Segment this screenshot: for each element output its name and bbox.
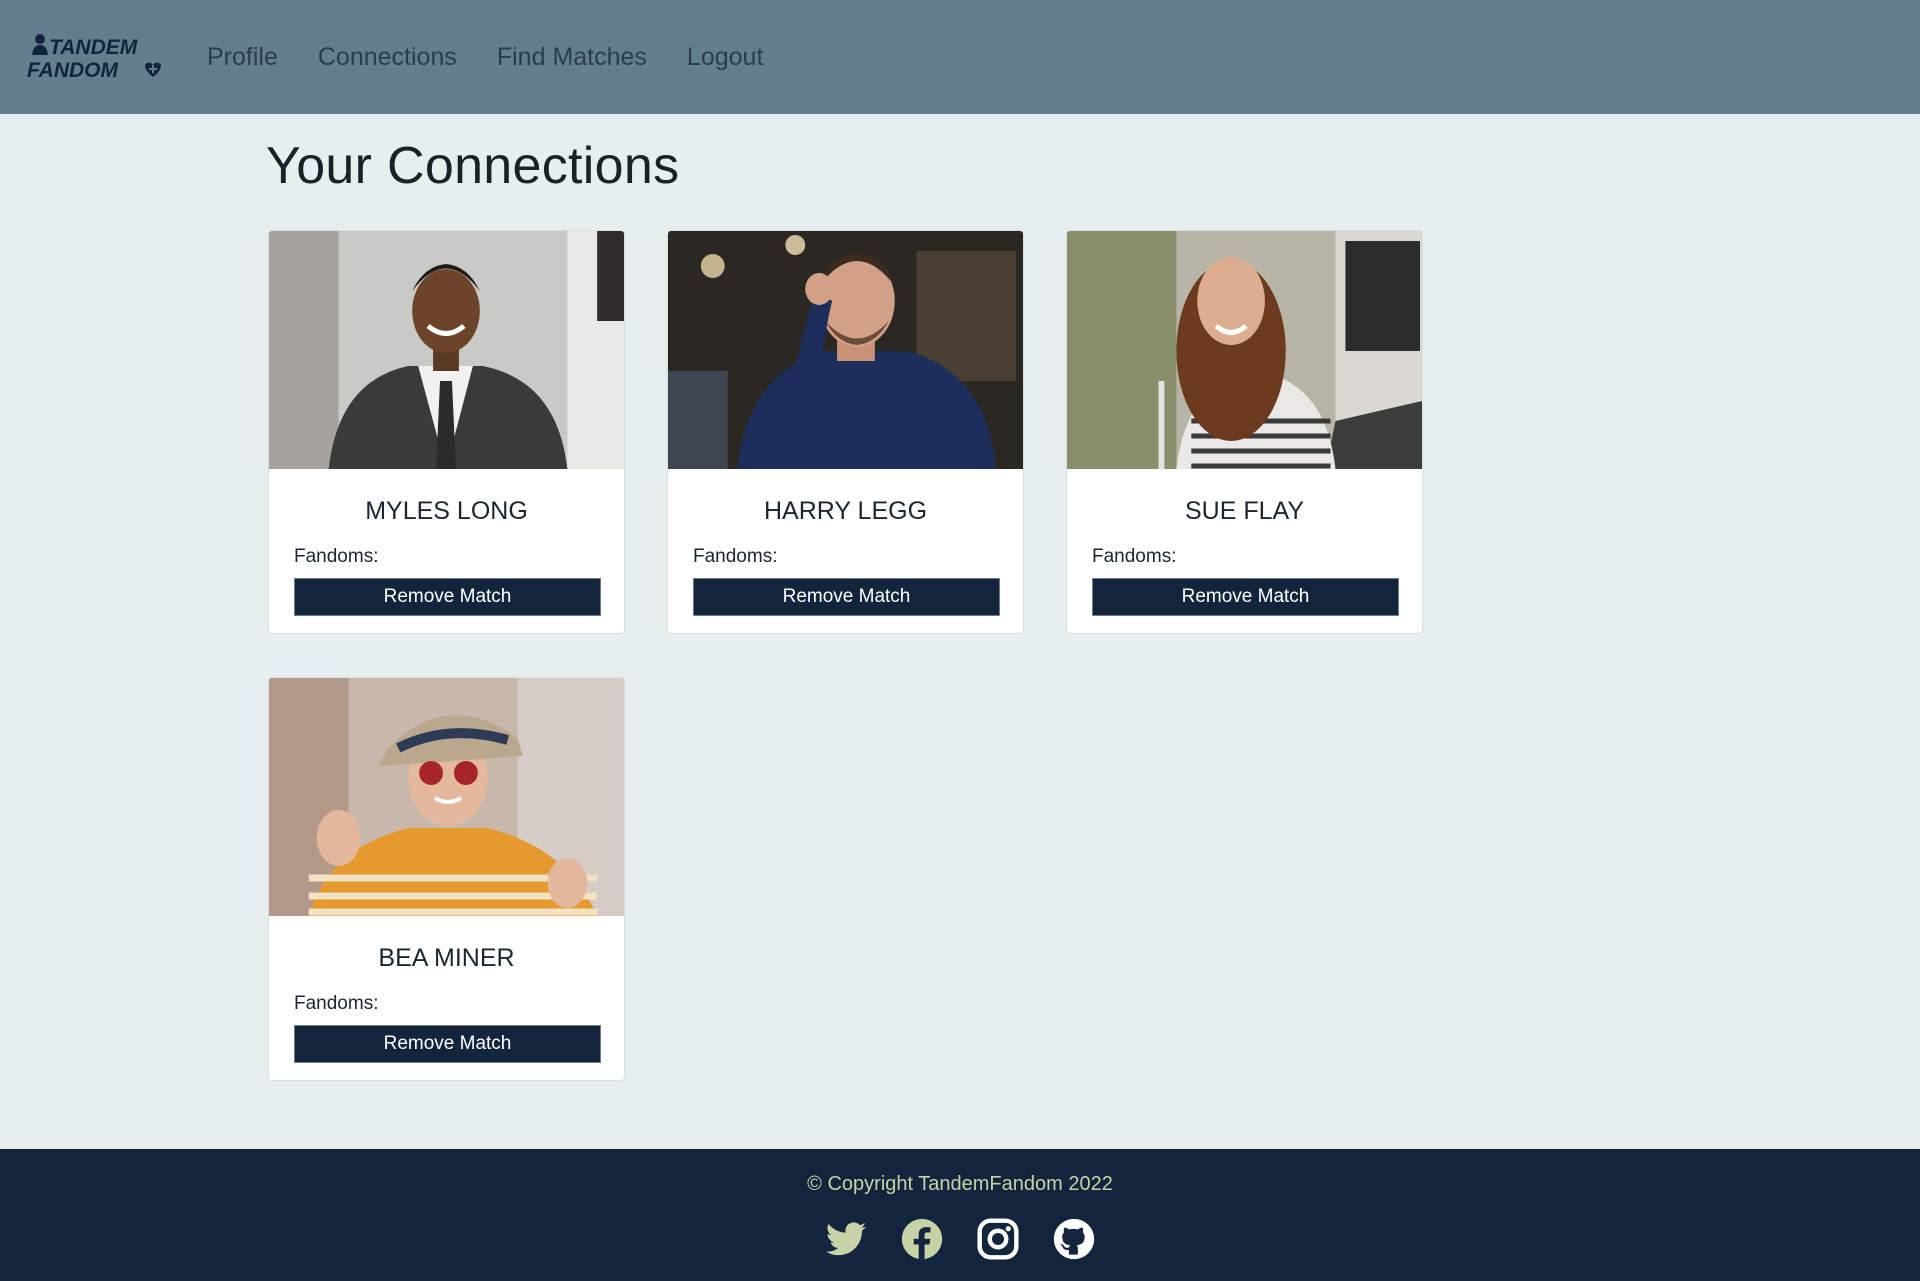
connections-grid: MYLES LONG Fandoms: Remove Match HARRY L… [268,230,1428,1124]
nav-find-matches[interactable]: Find Matches [497,43,647,72]
remove-match-button[interactable]: Remove Match [294,1025,601,1063]
nav-connections[interactable]: Connections [318,43,457,72]
connection-card: SUE FLAY Fandoms: Remove Match [1066,230,1423,634]
fandoms-label: Fandoms: [294,993,379,1014]
footer: © Copyright TandemFandom 2022 [0,1149,1920,1281]
facebook-icon[interactable] [900,1217,944,1261]
connection-name: HARRY LEGG [763,497,928,525]
fandoms-label: Fandoms: [1092,546,1177,567]
remove-match-button[interactable]: Remove Match [693,578,1000,616]
remove-match-button[interactable]: Remove Match [1092,578,1399,616]
connection-card: HARRY LEGG Fandoms: Remove Match [667,230,1024,634]
connection-name: BEA MINER [378,944,515,972]
github-icon[interactable] [1052,1217,1096,1261]
social-links [0,1217,1920,1261]
navbar: TANDEM FANDOM Profile Connections Find M… [0,0,1920,114]
profile-photo [1067,231,1422,469]
connection-card: BEA MINER Fandoms: Remove Match [268,677,625,1081]
copyright-text: © Copyright TandemFandom 2022 [807,1173,1113,1195]
instagram-icon[interactable] [976,1217,1020,1261]
page-title: Your Connections [266,137,680,195]
nav-profile[interactable]: Profile [207,43,278,72]
fandoms-label: Fandoms: [294,546,379,567]
logo-line1: TANDEM [49,36,138,59]
profile-photo [269,231,624,469]
main-nav: Profile Connections Find Matches Logout [207,43,803,72]
brand-logo[interactable]: TANDEM FANDOM [27,27,167,87]
connection-name: MYLES LONG [365,497,528,525]
logo-line2: FANDOM [27,59,119,82]
profile-photo [269,678,624,916]
remove-match-button[interactable]: Remove Match [294,578,601,616]
connection-name: SUE FLAY [1184,497,1305,525]
profile-photo [668,231,1023,469]
nav-logout[interactable]: Logout [687,43,763,72]
fandoms-label: Fandoms: [693,546,778,567]
twitter-icon[interactable] [824,1217,868,1261]
connection-card: MYLES LONG Fandoms: Remove Match [268,230,625,634]
